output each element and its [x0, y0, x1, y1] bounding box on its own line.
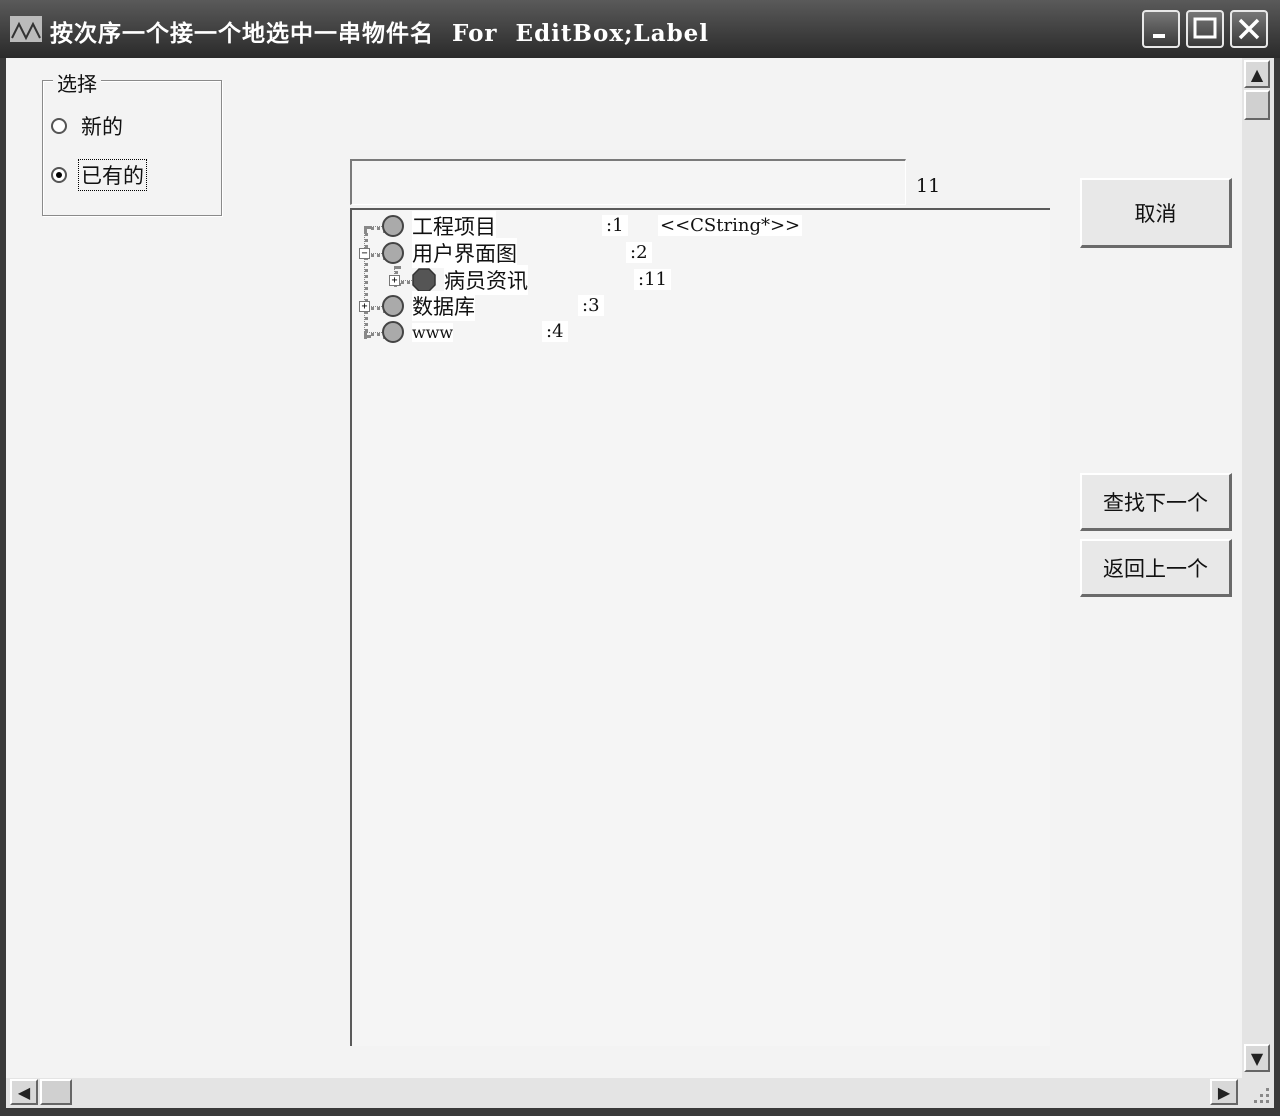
name-edit-box[interactable]: [350, 159, 906, 205]
tree-root-line: [364, 226, 368, 338]
radio-selected-dot: [56, 172, 62, 178]
tree-node-id: :3: [578, 295, 604, 316]
close-button[interactable]: [1230, 10, 1268, 48]
object-tree[interactable]: − + + 工程项目 :1 <<CString*>> 用户界面图 :2 病员资讯…: [350, 208, 1050, 1046]
minimize-icon: [1153, 34, 1165, 38]
tree-node[interactable]: 工程项目: [382, 211, 496, 241]
scroll-up-button[interactable]: ▲: [1244, 60, 1270, 88]
go-back-button[interactable]: 返回上一个: [1080, 539, 1232, 597]
tree-node-id: :4: [542, 321, 568, 342]
tree-node-type: <<CString*>>: [658, 215, 803, 236]
chevron-up-icon: ▲: [1250, 64, 1264, 84]
circle-icon: [382, 295, 404, 317]
radio-new-circle[interactable]: [51, 118, 67, 134]
tree-node[interactable]: www: [382, 319, 454, 345]
expand-toggle[interactable]: +: [359, 301, 370, 312]
radio-existing[interactable]: 已有的: [51, 159, 147, 191]
tree-node-id: :11: [634, 269, 671, 290]
maximize-button[interactable]: [1186, 10, 1224, 48]
scroll-right-button[interactable]: ▶: [1210, 1079, 1238, 1105]
tree-node-label: www: [412, 322, 454, 342]
radio-existing-circle[interactable]: [51, 167, 67, 183]
title-bar[interactable]: 按次序一个接一个地选中一串物件名 For EditBox;Label: [0, 0, 1280, 58]
chevron-left-icon: ◀: [17, 1082, 31, 1102]
radio-new-label: 新的: [81, 115, 123, 139]
resize-grip[interactable]: [1242, 1078, 1274, 1108]
tree-node[interactable]: 用户界面图: [382, 238, 517, 268]
resize-grip-icon: [1254, 1088, 1269, 1103]
tree-node-label: 用户界面图: [412, 238, 517, 268]
tree-node-label: 工程项目: [412, 211, 496, 241]
scroll-down-button[interactable]: ▼: [1244, 1044, 1270, 1072]
app-icon: [10, 16, 42, 42]
tree-node[interactable]: 数据库: [382, 291, 475, 321]
tree-node-id: :2: [626, 242, 652, 263]
minimize-button[interactable]: [1142, 10, 1180, 48]
radio-new[interactable]: 新的: [51, 111, 125, 141]
radio-existing-label: 已有的: [78, 159, 147, 191]
selection-count: 11: [916, 175, 941, 197]
chevron-down-icon: ▼: [1250, 1048, 1264, 1068]
circle-icon: [382, 242, 404, 264]
dialog-client-area: 选择 新的 已有的 11 − + + 工程项目:1 <<CString*>> …: [6, 58, 1242, 1078]
octagon-icon: [412, 268, 436, 292]
dialog-window: 按次序一个接一个地选中一串物件名 For EditBox;Label 选择 新的…: [0, 0, 1280, 1116]
groupbox-title: 选择: [53, 68, 101, 97]
circle-icon: [382, 215, 404, 237]
find-next-button[interactable]: 查找下一个: [1080, 473, 1232, 531]
cancel-button[interactable]: 取消: [1080, 178, 1232, 248]
scroll-left-button[interactable]: ◀: [10, 1079, 38, 1105]
close-icon: [1238, 18, 1260, 40]
vertical-scrollbar[interactable]: ▲ ▼: [1242, 58, 1274, 1078]
window-title: 按次序一个接一个地选中一串物件名 For EditBox;Label: [50, 20, 710, 47]
tree-node-id: :1: [602, 215, 628, 236]
chevron-right-icon: ▶: [1217, 1082, 1231, 1102]
vertical-scroll-thumb[interactable]: [1244, 90, 1270, 120]
horizontal-scroll-thumb[interactable]: [40, 1079, 72, 1105]
tree-node-selected[interactable]: 病员资讯: [412, 265, 528, 295]
collapse-toggle[interactable]: −: [359, 248, 370, 259]
horizontal-scrollbar[interactable]: ◀ ▶: [6, 1078, 1242, 1108]
maximize-icon: [1193, 17, 1217, 39]
tree-node-label: 数据库: [412, 291, 475, 321]
selection-groupbox: 选择 新的 已有的: [42, 68, 222, 216]
expand-toggle[interactable]: +: [389, 275, 400, 286]
circle-icon: [382, 321, 404, 343]
